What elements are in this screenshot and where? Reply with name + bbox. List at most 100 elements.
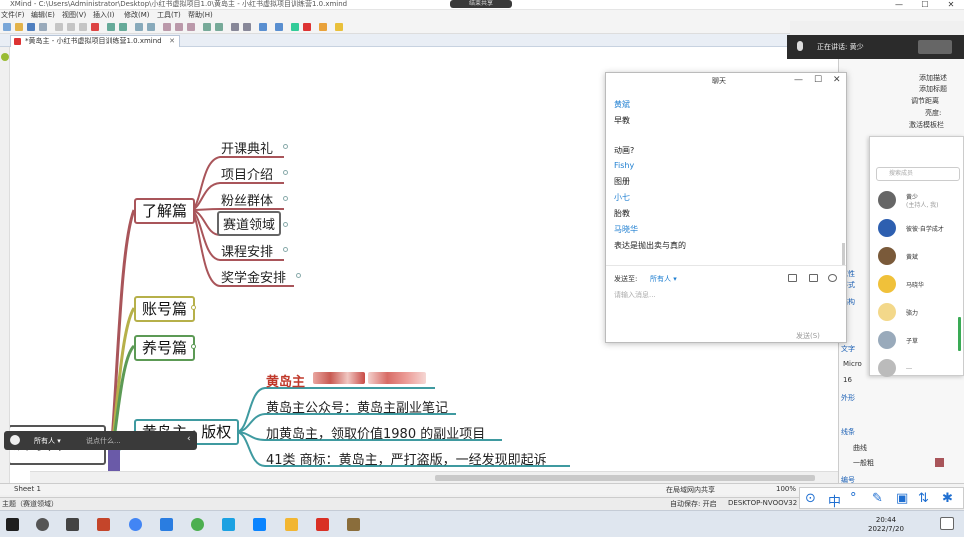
close-button[interactable]: ✕ — [938, 0, 964, 10]
open-icon[interactable] — [15, 23, 23, 31]
system-clock[interactable]: 20:44 2022/7/20 — [868, 516, 904, 534]
pen-icon[interactable]: ✎ — [872, 491, 883, 506]
mini-chat-input[interactable]: 说点什么... — [86, 436, 121, 446]
mini-chat-recipient[interactable]: 所有人 ▾ — [34, 436, 61, 446]
subtopic-opening-ceremony[interactable]: 开课典礼 — [221, 138, 273, 157]
chat-close-icon[interactable]: ✕ — [833, 75, 841, 85]
subtopic-fan-group[interactable]: 粉丝群体 — [221, 190, 273, 209]
subtopic-icon[interactable] — [147, 23, 155, 31]
menu-view[interactable]: 视图(V) — [62, 10, 86, 20]
menu-help[interactable]: 帮助(H) — [188, 10, 213, 20]
topic-account[interactable]: 账号篇 — [134, 296, 196, 322]
relationship-icon[interactable] — [163, 23, 171, 31]
summary-icon[interactable] — [187, 23, 195, 31]
member-row[interactable]: 马晓华 — [878, 275, 963, 293]
sheet-tab[interactable]: Sheet 1 — [14, 485, 41, 493]
meeting-app-icon[interactable] — [253, 518, 266, 531]
subtopic-collapse-icon[interactable] — [283, 170, 288, 175]
send-button[interactable]: 发送(S) — [796, 331, 820, 341]
chrome-icon[interactable] — [129, 518, 142, 531]
image-icon[interactable] — [215, 23, 223, 31]
zoom-level[interactable]: 100% — [776, 485, 796, 493]
layout-icon[interactable] — [231, 23, 239, 31]
task-view-icon[interactable] — [66, 518, 79, 531]
note-icon[interactable]: ▣ — [896, 491, 908, 506]
search-icon[interactable] — [36, 518, 49, 531]
member-row[interactable]: … — [878, 359, 963, 377]
style-icon[interactable] — [243, 23, 251, 31]
theme-icon[interactable] — [259, 23, 267, 31]
copyright-wechat[interactable]: 黄岛主公众号：黄岛主副业笔记 — [266, 397, 448, 416]
share-icon[interactable] — [319, 23, 327, 31]
topic-nurture[interactable]: 养号篇 — [134, 335, 196, 361]
property-row[interactable]: 调节距离 — [911, 96, 939, 106]
send-to-dropdown[interactable]: 所有人 ▾ — [650, 274, 677, 284]
font-name[interactable]: Micro — [843, 360, 862, 368]
file-icon[interactable] — [788, 274, 797, 282]
line-color-swatch[interactable] — [935, 458, 944, 467]
tab-document[interactable]: *黄岛主 - 小红书虚拟项目训练营1.0.xmind ✕ — [10, 35, 180, 47]
app-icon[interactable] — [97, 518, 110, 531]
tab-close-icon[interactable]: ✕ — [169, 36, 175, 47]
subtopic-collapse-icon[interactable] — [283, 144, 288, 149]
settings-icon[interactable]: ✱ — [942, 491, 953, 506]
save-icon[interactable] — [27, 23, 35, 31]
menu-modify[interactable]: 修改(M) — [124, 10, 150, 20]
section-line[interactable]: 线条 — [841, 427, 855, 437]
copy-icon[interactable] — [67, 23, 75, 31]
app-icon[interactable] — [222, 518, 235, 531]
member-row[interactable]: 黄斌 — [878, 247, 963, 265]
cut-icon[interactable] — [55, 23, 63, 31]
meeting-home-icon[interactable]: ⊙ — [805, 491, 816, 506]
mirror-icon[interactable]: ⇅ — [918, 491, 929, 506]
subtopic-track-domain-selected[interactable]: 赛道领域 — [217, 211, 282, 236]
scroll-thumb[interactable] — [435, 475, 815, 481]
member-row[interactable]: 黄少 (主持人, 我) — [878, 191, 963, 209]
subtopic-collapse-icon[interactable] — [283, 222, 288, 227]
horizontal-scrollbar[interactable] — [30, 471, 838, 483]
screenshot-icon[interactable] — [809, 274, 818, 282]
chat-input[interactable]: 请输入消息... — [614, 290, 656, 300]
marker-icon[interactable] — [203, 23, 211, 31]
print-icon[interactable] — [39, 23, 47, 31]
topic-understand[interactable]: 了解篇 — [134, 198, 196, 224]
start-icon[interactable] — [6, 518, 19, 531]
subtopic-course-schedule[interactable]: 课程安排 — [221, 241, 273, 260]
menu-edit[interactable]: 编辑(E) — [31, 10, 55, 20]
folder-icon[interactable] — [285, 518, 298, 531]
collapse-icon[interactable]: ‹ — [187, 434, 191, 444]
app-icon[interactable] — [347, 518, 360, 531]
copyright-offer[interactable]: 加黄岛主，领取价值1980 的副业项目 — [266, 423, 485, 442]
copyright-trademark[interactable]: 41类 商标：黄岛主，严打盗版，一经发现即起诉 — [266, 449, 547, 468]
menu-insert[interactable]: 插入(I) — [93, 10, 115, 20]
minimize-button[interactable]: — — [886, 0, 912, 10]
member-row[interactable]: 子草 — [878, 331, 963, 349]
subtopic-collapse-icon[interactable] — [283, 247, 288, 252]
member-row[interactable]: 骆力 — [878, 303, 963, 321]
subtopic-collapse-icon[interactable] — [296, 273, 301, 278]
font-size[interactable]: 16 — [843, 376, 852, 384]
topic-expand-icon[interactable] — [191, 344, 196, 349]
new-icon[interactable] — [3, 23, 11, 31]
line-width[interactable]: 一般粗 — [853, 458, 874, 468]
property-row[interactable]: 亮度: — [925, 108, 941, 118]
chat-scrollbar[interactable] — [842, 243, 845, 265]
copyright-name[interactable]: 黄岛主 — [266, 371, 305, 390]
xmind-icon[interactable] — [316, 518, 329, 531]
panel-scrollbar[interactable] — [958, 317, 961, 351]
notification-icon[interactable] — [940, 517, 954, 530]
input-method-icon[interactable]: 中 — [828, 491, 841, 510]
menu-file[interactable]: 文件(F) — [1, 10, 25, 20]
stop-icon[interactable] — [303, 23, 311, 31]
member-row[interactable]: 彼彼·自学成才 — [878, 219, 963, 237]
property-row[interactable]: 激活模板栏 — [909, 120, 944, 130]
help-icon[interactable] — [335, 23, 343, 31]
share-indicator[interactable]: 结束共享 — [450, 0, 512, 8]
export-icon[interactable] — [275, 23, 283, 31]
maximize-button[interactable]: ☐ — [912, 0, 938, 10]
section-text[interactable]: 文字 — [841, 344, 855, 354]
chat-minimize-icon[interactable]: — — [794, 75, 803, 85]
chat-maximize-icon[interactable]: ☐ — [814, 75, 822, 85]
subtopic-project-intro[interactable]: 项目介绍 — [221, 164, 273, 183]
subtopic-collapse-icon[interactable] — [283, 196, 288, 201]
